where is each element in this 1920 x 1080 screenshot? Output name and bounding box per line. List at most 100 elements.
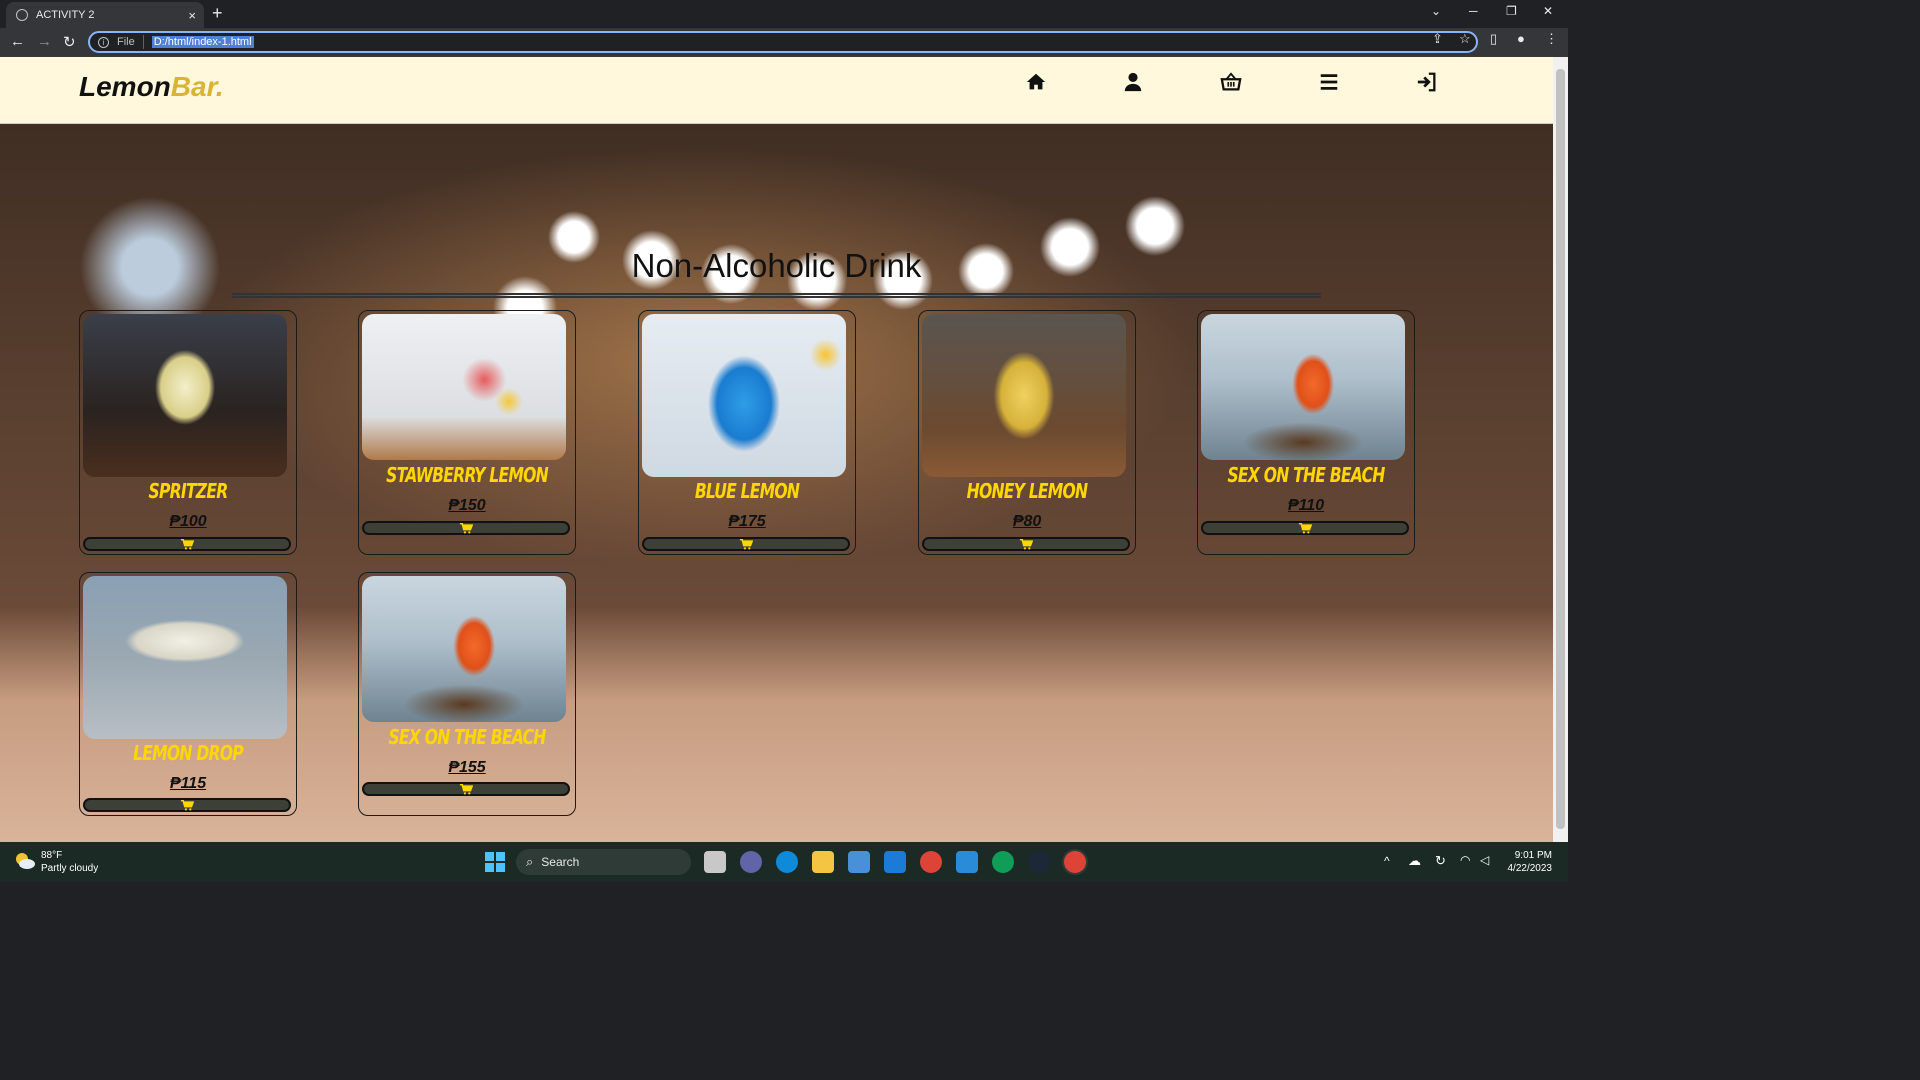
steam-icon[interactable] <box>1028 851 1050 873</box>
product-card: SEX ON THE BEACH ₱110 <box>1197 310 1415 555</box>
taskbar-search[interactable]: ⌕ Search <box>516 849 691 875</box>
tab-search-icon[interactable]: ⌄ <box>1431 4 1441 18</box>
product-image <box>362 576 566 722</box>
cart-icon <box>459 783 473 794</box>
logo-text-main: Lemon <box>79 71 171 102</box>
close-tab-icon[interactable]: × <box>188 8 196 23</box>
divider <box>142 35 144 49</box>
sync-icon[interactable]: ↻ <box>1435 853 1446 869</box>
menu-icon[interactable] <box>1318 71 1340 93</box>
restore-icon[interactable]: ❐ <box>1506 4 1517 18</box>
site-header: LemonBar. <box>0 57 1553 124</box>
home-icon[interactable] <box>1025 71 1047 93</box>
product-price: ₱80 <box>1012 513 1042 530</box>
add-to-cart-button[interactable] <box>1201 521 1409 535</box>
back-icon[interactable]: ← <box>10 33 25 50</box>
site-logo[interactable]: LemonBar. <box>79 71 224 103</box>
browser-toolbar: ← → ↻ i File D:/html/index-1.html ⇪ ☆ ▯ … <box>0 28 1568 57</box>
clock-time[interactable]: 9:01 PM <box>1500 850 1552 861</box>
profile-icon[interactable]: ● <box>1517 31 1525 46</box>
product-price: ₱110 <box>1287 497 1325 514</box>
product-price: ₱175 <box>728 513 766 530</box>
product-price: ₱155 <box>448 759 486 776</box>
product-card: SEX ON THE BEACH ₱155 <box>358 572 576 816</box>
address-bar[interactable]: i File D:/html/index-1.html <box>88 31 1478 53</box>
product-card: STAWBERRY LEMON ₱150 <box>358 310 576 555</box>
user-icon[interactable] <box>1122 71 1144 93</box>
tab-title: ACTIVITY 2 <box>36 9 95 21</box>
cart-icon <box>180 799 194 810</box>
basket-icon[interactable] <box>1220 71 1242 93</box>
add-to-cart-button[interactable] <box>83 537 291 551</box>
window-close-icon[interactable]: ✕ <box>1543 4 1553 18</box>
chrome-active-icon[interactable] <box>1064 851 1086 873</box>
product-image <box>642 314 846 477</box>
product-card: LEMON DROP ₱115 <box>79 572 297 816</box>
file-explorer-icon[interactable] <box>812 851 834 873</box>
info-icon[interactable]: i <box>98 36 109 48</box>
weather-temp[interactable]: 88°F <box>41 850 62 861</box>
mail-icon[interactable] <box>884 851 906 873</box>
product-image <box>362 314 566 460</box>
clock-date[interactable]: 4/22/2023 <box>1500 863 1553 874</box>
chrome-profile-icon[interactable] <box>992 851 1014 873</box>
windows-taskbar: 88°F Partly cloudy ⌕ Search ^ ☁ ↻ ◠ ◁ 9:… <box>0 842 1568 882</box>
cart-icon <box>1298 522 1312 533</box>
add-to-cart-button[interactable] <box>83 798 291 812</box>
section-divider <box>232 293 1321 298</box>
sign-in-icon[interactable] <box>1416 71 1438 93</box>
product-card: BLUE LEMON ₱175 <box>638 310 856 555</box>
edge-icon[interactable] <box>776 851 798 873</box>
store-icon[interactable] <box>848 851 870 873</box>
onedrive-icon[interactable]: ☁ <box>1408 853 1421 869</box>
scrollbar-thumb[interactable] <box>1556 69 1565 829</box>
product-card: HONEY LEMON ₱80 <box>918 310 1136 555</box>
side-panel-icon[interactable]: ▯ <box>1490 31 1497 47</box>
add-to-cart-button[interactable] <box>362 782 570 796</box>
weather-icon[interactable] <box>14 851 36 871</box>
add-to-cart-button[interactable] <box>362 521 570 535</box>
product-card: SPRITZER ₱100 <box>79 310 297 555</box>
minimize-icon[interactable]: ─ <box>1469 4 1478 18</box>
share-icon[interactable]: ⇪ <box>1432 31 1443 47</box>
cart-icon <box>180 538 194 549</box>
protocol-label: File <box>117 36 135 48</box>
globe-icon <box>16 9 28 21</box>
task-view-icon[interactable] <box>704 851 726 873</box>
product-name: HONEY LEMON <box>966 479 1088 503</box>
bookmark-star-icon[interactable]: ☆ <box>1459 31 1471 47</box>
url-text[interactable]: D:/html/index-1.html <box>151 36 254 48</box>
product-name: BLUE LEMON <box>694 479 800 503</box>
start-icon[interactable] <box>484 851 506 873</box>
page-viewport: LemonBar. Non-Alcoholic Drink SPRITZER ₱1… <box>0 57 1553 842</box>
product-name: SPRITZER <box>148 479 229 503</box>
product-image <box>83 314 287 477</box>
teams-icon[interactable] <box>740 851 762 873</box>
chevron-up-icon[interactable]: ^ <box>1384 854 1390 868</box>
wifi-icon[interactable]: ◠ <box>1460 853 1470 867</box>
section-title: Non-Alcoholic Drink <box>631 247 922 284</box>
add-to-cart-button[interactable] <box>642 537 850 551</box>
vscode-icon[interactable] <box>956 851 978 873</box>
browser-tab[interactable]: ACTIVITY 2 × <box>6 2 204 28</box>
product-price: ₱100 <box>169 513 207 530</box>
product-name: SEX ON THE BEACH <box>388 725 546 749</box>
add-to-cart-button[interactable] <box>922 537 1130 551</box>
product-name: LEMON DROP <box>133 741 244 765</box>
new-tab-button[interactable]: + <box>212 3 223 24</box>
forward-icon[interactable]: → <box>37 33 52 50</box>
chrome-icon[interactable] <box>920 851 942 873</box>
logo-text-accent: Bar. <box>170 71 224 102</box>
product-price: ₱115 <box>169 775 207 792</box>
product-name: STAWBERRY LEMON <box>386 463 548 487</box>
more-menu-icon[interactable]: ⋮ <box>1545 31 1558 47</box>
product-image <box>1201 314 1405 460</box>
reload-icon[interactable]: ↻ <box>63 33 76 51</box>
page-scrollbar[interactable] <box>1553 57 1568 842</box>
volume-icon[interactable]: ◁ <box>1480 853 1489 867</box>
product-name: SEX ON THE BEACH <box>1227 463 1385 487</box>
product-image <box>922 314 1126 477</box>
cart-icon <box>1019 538 1033 549</box>
weather-desc[interactable]: Partly cloudy <box>41 863 98 874</box>
product-image <box>83 576 287 739</box>
